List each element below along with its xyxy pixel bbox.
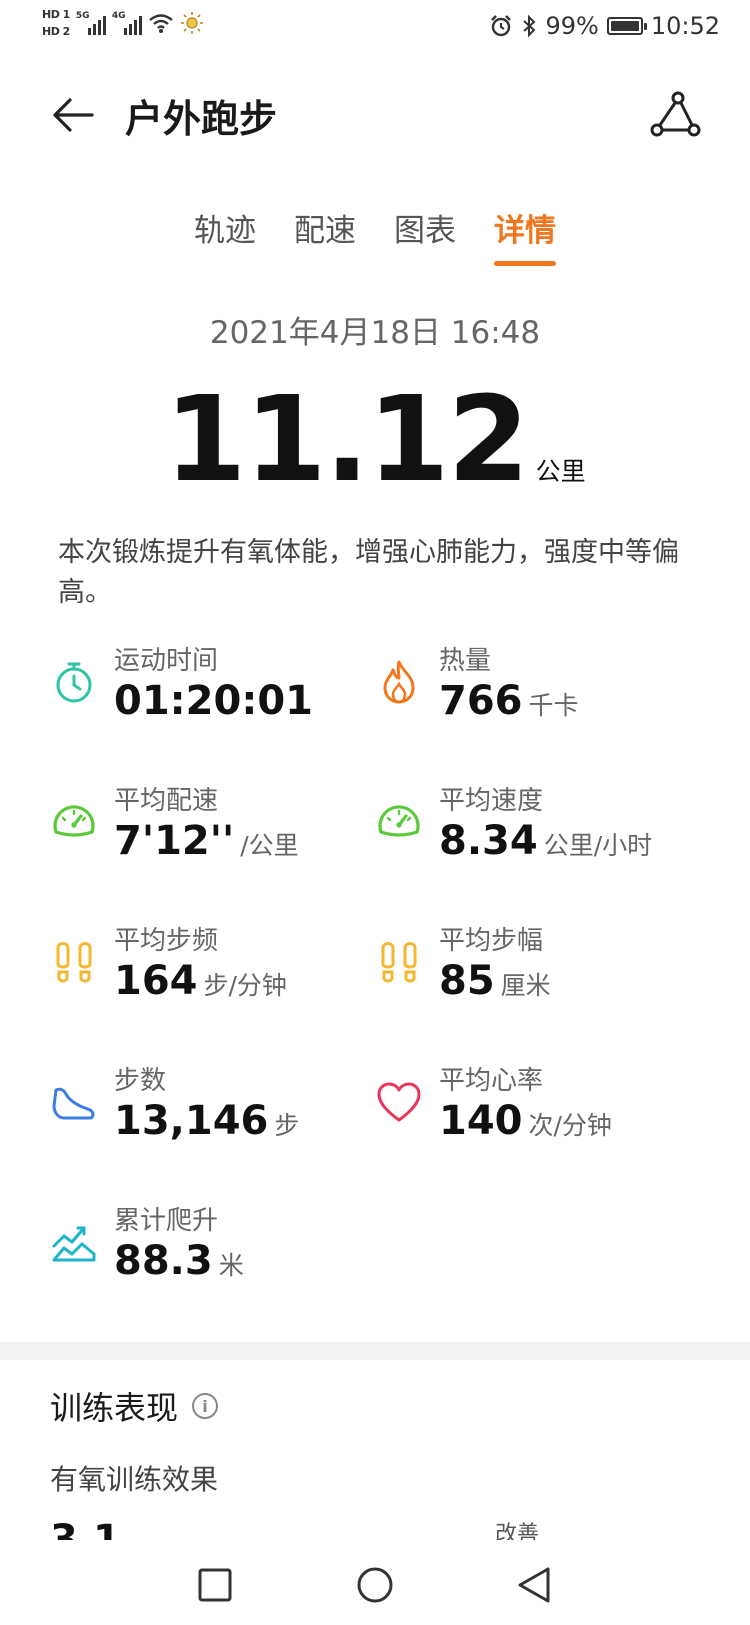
route-share-icon[interactable] xyxy=(648,88,702,142)
tab-track[interactable]: 轨迹 xyxy=(194,205,256,266)
training-performance-title: 训练表现 xyxy=(50,1389,179,1427)
training-performance-header: 训练表现 i xyxy=(50,1383,219,1429)
metric-total-ascent: 累计爬升 88.3 米 xyxy=(50,1200,370,1300)
heart-icon xyxy=(377,1082,421,1122)
status-left: HD 1 HD 2 5G 4G xyxy=(42,8,204,38)
hd-badge-2: HD 2 xyxy=(42,25,70,38)
wifi-icon xyxy=(149,14,173,33)
workout-summary: 本次锻炼提升有氧体能，增强心肺能力，强度中等偏高。 xyxy=(58,537,679,608)
metric-avg-stride: 平均步幅 85 厘米 xyxy=(375,920,695,1020)
tab-charts[interactable]: 图表 xyxy=(394,205,456,266)
distance-unit: 公里 xyxy=(535,457,586,486)
info-icon[interactable]: i xyxy=(192,1393,219,1419)
hd-badge-1: HD 1 xyxy=(42,8,70,21)
tab-pace[interactable]: 配速 xyxy=(294,205,356,266)
back-triangle-icon[interactable] xyxy=(510,1560,560,1610)
page-title: 户外跑步 xyxy=(125,97,278,141)
home-circle-icon[interactable] xyxy=(350,1560,400,1610)
app-header: 户外跑步 xyxy=(0,70,750,160)
bluetooth-icon xyxy=(523,14,536,38)
metric-steps: 步数 13,146 步 xyxy=(50,1060,370,1160)
battery-percent: 99% xyxy=(545,12,599,40)
footprints-icon xyxy=(56,942,92,983)
sun-icon xyxy=(180,12,203,34)
section-divider xyxy=(0,1342,750,1360)
status-right: 99% 10:52 xyxy=(489,12,720,40)
metric-avg-speed: 平均速度 8.34 公里/小时 xyxy=(375,780,695,880)
alarm-icon xyxy=(491,15,512,37)
speedometer-icon xyxy=(53,805,95,837)
distance-display: 11.12 公里 xyxy=(0,370,750,508)
system-nav-bar xyxy=(0,1540,750,1625)
metric-duration: 运动时间 01:20:01 xyxy=(50,640,370,740)
footprints-icon xyxy=(381,942,417,983)
climb-icon xyxy=(52,1226,96,1262)
battery-icon xyxy=(606,17,647,35)
aerobic-effect-label: 有氧训练效果 xyxy=(50,1463,219,1496)
status-bar: HD 1 HD 2 5G 4G 99% 10:52 xyxy=(0,0,750,58)
metric-avg-pace: 平均配速 7'12''/公里 xyxy=(50,780,370,880)
back-arrow-icon[interactable] xyxy=(48,90,98,140)
signal-5g-icon: 5G xyxy=(76,11,106,35)
tab-bar: 轨迹 配速 图表 详情 xyxy=(0,205,750,266)
shoe-icon xyxy=(52,1087,95,1120)
recent-apps-square-icon[interactable] xyxy=(190,1560,240,1610)
tab-details[interactable]: 详情 xyxy=(494,205,556,266)
aerobic-effect-value: 3.1 xyxy=(50,1520,121,1542)
metric-avg-heart-rate: 平均心率 140 次/分钟 xyxy=(375,1060,695,1160)
clock: 10:52 xyxy=(650,12,720,40)
signal-4g-icon: 4G xyxy=(112,11,142,35)
workout-datetime: 2021年4月18日 16:48 xyxy=(209,315,541,351)
stopwatch-icon xyxy=(56,662,92,703)
speedometer-icon xyxy=(378,805,420,837)
flame-icon xyxy=(383,660,415,704)
metric-avg-cadence: 平均步频 164 步/分钟 xyxy=(50,920,370,1020)
metric-calories: 热量 766 千卡 xyxy=(375,640,695,740)
distance-value: 11.12 xyxy=(164,370,529,508)
